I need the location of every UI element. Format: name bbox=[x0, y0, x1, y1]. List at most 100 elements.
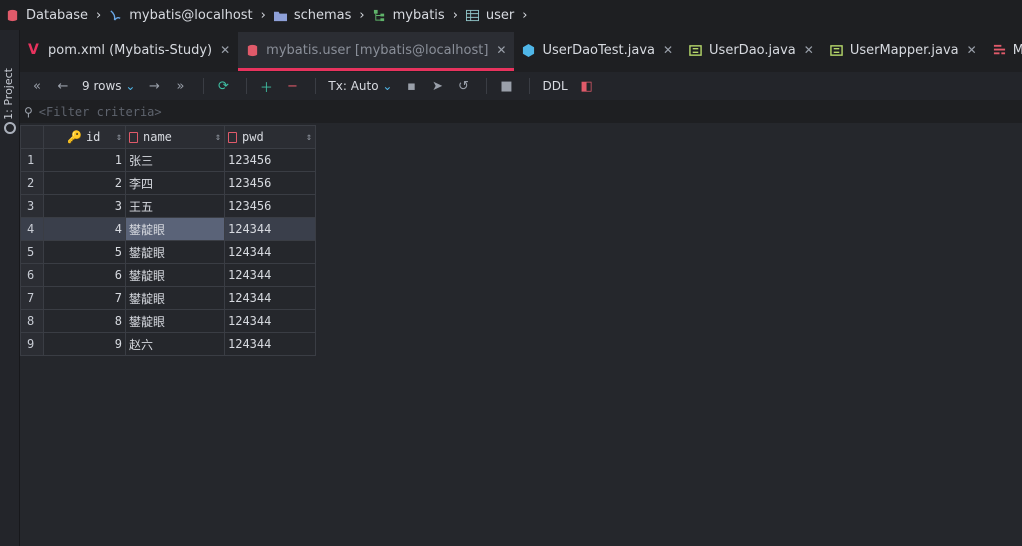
cell-pwd[interactable]: 124344 bbox=[224, 309, 316, 333]
table-row[interactable]: 3 3 王五 123456 bbox=[20, 194, 316, 218]
tab-userdao-java[interactable]: UserDao.java ✕ bbox=[681, 32, 822, 68]
tab-label: Mybatis-config.xml bbox=[1012, 42, 1022, 58]
previous-page-icon[interactable]: ← bbox=[52, 75, 74, 97]
cell-id[interactable]: 9 bbox=[43, 332, 126, 356]
project-tool-button[interactable]: 1: Project bbox=[2, 68, 15, 120]
cell-name[interactable]: 赵六 bbox=[125, 332, 225, 356]
cell-pwd[interactable]: 123456 bbox=[224, 148, 316, 172]
tab-usermapper-java[interactable]: UserMapper.java ✕ bbox=[822, 32, 985, 68]
close-icon[interactable]: ✕ bbox=[663, 43, 673, 57]
cell-name[interactable]: 张三 bbox=[125, 148, 225, 172]
add-row-icon[interactable]: ＋ bbox=[255, 75, 277, 97]
column-header-id[interactable]: 🔑 id ⇕ bbox=[43, 125, 126, 149]
refresh-icon[interactable]: ⟳ bbox=[212, 75, 234, 97]
ddl-button[interactable]: DDL bbox=[538, 75, 571, 97]
column-header-name[interactable]: name ⇕ bbox=[125, 125, 225, 149]
table-row[interactable]: 9 9 赵六 124344 bbox=[20, 332, 316, 356]
cell-pwd[interactable]: 124344 bbox=[224, 217, 316, 241]
cell-pwd[interactable]: 124344 bbox=[224, 286, 316, 310]
cell-id[interactable]: 3 bbox=[43, 194, 126, 218]
cell-pwd[interactable]: 124344 bbox=[224, 240, 316, 264]
datasource-icon bbox=[110, 9, 121, 21]
delete-row-icon[interactable]: − bbox=[281, 75, 303, 97]
row-number[interactable]: 3 bbox=[20, 194, 44, 218]
column-header-pwd[interactable]: pwd ⇕ bbox=[224, 125, 316, 149]
cell-name[interactable]: 鐢靛眼 bbox=[125, 286, 225, 310]
cell-name[interactable]: 鐢靛眼 bbox=[125, 240, 225, 264]
next-page-icon[interactable]: → bbox=[143, 75, 165, 97]
table-row-selected[interactable]: 4 4 鐢靛眼 124344 bbox=[20, 217, 316, 241]
breadcrumb-database[interactable]: Database › bbox=[6, 8, 109, 23]
header-row: 🔑 id ⇕ name ⇕ pwd ⇕ bbox=[20, 125, 316, 149]
save-icon[interactable]: ▪ bbox=[400, 75, 422, 97]
tab-mybatis-config-xml[interactable]: Mybatis-config.xml bbox=[985, 32, 1022, 68]
cell-id[interactable]: 1 bbox=[43, 148, 126, 172]
row-number[interactable]: 5 bbox=[20, 240, 44, 264]
toolbar-divider bbox=[203, 78, 205, 94]
sort-icon[interactable]: ⇕ bbox=[306, 132, 312, 143]
sort-icon[interactable]: ⇕ bbox=[215, 132, 221, 143]
stop-icon[interactable]: ■ bbox=[495, 75, 517, 97]
filter-input[interactable] bbox=[38, 105, 439, 119]
grid-toolbar: « ← 9 rows ⌄ → » ⟳ ＋ − Tx: Auto ⌄ ▪ ➤ ↺ … bbox=[20, 72, 1022, 100]
breadcrumb-table[interactable]: user › bbox=[465, 7, 536, 23]
cell-id[interactable]: 8 bbox=[43, 309, 126, 333]
settings-circle-icon[interactable] bbox=[4, 122, 16, 134]
tab-pom-xml[interactable]: V pom.xml (Mybatis-Study) ✕ bbox=[20, 32, 238, 68]
revert-icon[interactable]: ↺ bbox=[452, 75, 474, 97]
compare-icon[interactable]: ◧ bbox=[576, 75, 598, 97]
cell-id[interactable]: 5 bbox=[43, 240, 126, 264]
breadcrumb-schema[interactable]: mybatis › bbox=[373, 8, 466, 23]
cell-id[interactable]: 4 bbox=[43, 217, 126, 241]
close-icon[interactable]: ✕ bbox=[804, 43, 814, 57]
table-row[interactable]: 2 2 李四 123456 bbox=[20, 171, 316, 195]
toolbar-divider bbox=[246, 78, 248, 94]
breadcrumb-label: mybatis bbox=[392, 7, 445, 23]
row-number[interactable]: 2 bbox=[20, 171, 44, 195]
interface-icon bbox=[689, 44, 702, 56]
tab-mybatis-user[interactable]: mybatis.user [mybatis@localhost] ✕ bbox=[238, 32, 515, 71]
table-row[interactable]: 8 8 鐢靛眼 124344 bbox=[20, 309, 316, 333]
row-number[interactable]: 1 bbox=[20, 148, 44, 172]
row-number[interactable]: 6 bbox=[20, 263, 44, 287]
breadcrumb-label: user bbox=[485, 7, 515, 23]
column-header-label: name bbox=[143, 130, 172, 144]
data-table: 🔑id ⇕ name ⇕ pwd ⇕ 1 1 张三 123456 2 2 李四 bbox=[20, 125, 316, 356]
breadcrumb-datasource[interactable]: mybatis@localhost › bbox=[109, 8, 274, 23]
close-icon[interactable]: ✕ bbox=[496, 43, 506, 57]
cell-id[interactable]: 7 bbox=[43, 286, 126, 310]
cell-name[interactable]: 鐢靛眼 bbox=[125, 217, 225, 241]
cell-name[interactable]: 鐢靛眼 bbox=[125, 263, 225, 287]
first-page-icon[interactable]: « bbox=[26, 75, 48, 97]
cell-id[interactable]: 2 bbox=[43, 171, 126, 195]
cell-name[interactable]: 鐢靛眼 bbox=[125, 309, 225, 333]
row-number[interactable]: 9 bbox=[20, 332, 44, 356]
row-number[interactable]: 8 bbox=[20, 309, 44, 333]
chevron-right-icon: › bbox=[260, 7, 266, 23]
cell-id[interactable]: 6 bbox=[43, 263, 126, 287]
rows-selector[interactable]: 9 rows ⌄ bbox=[78, 75, 139, 97]
cell-pwd[interactable]: 123456 bbox=[224, 194, 316, 218]
table-row[interactable]: 6 6 鐢靛眼 124344 bbox=[20, 263, 316, 287]
table-row[interactable]: 5 5 鐢靛眼 124344 bbox=[20, 240, 316, 264]
last-page-icon[interactable]: » bbox=[169, 75, 191, 97]
row-number[interactable]: 7 bbox=[20, 286, 44, 310]
tx-mode-selector[interactable]: Tx: Auto ⌄ bbox=[324, 75, 396, 97]
cell-pwd[interactable]: 124344 bbox=[224, 263, 316, 287]
breadcrumb-label: Database bbox=[26, 7, 89, 23]
cell-name[interactable]: 李四 bbox=[125, 171, 225, 195]
cell-name[interactable]: 王五 bbox=[125, 194, 225, 218]
close-icon[interactable]: ✕ bbox=[220, 43, 230, 57]
breadcrumb: Database › mybatis@localhost › schemas ›… bbox=[0, 0, 1022, 30]
submit-icon[interactable]: ➤ bbox=[426, 75, 448, 97]
tab-userdaotest-java[interactable]: UserDaoTest.java ✕ bbox=[514, 32, 681, 68]
breadcrumb-schemas[interactable]: schemas › bbox=[273, 8, 373, 23]
schema-icon bbox=[373, 9, 384, 21]
cell-pwd[interactable]: 124344 bbox=[224, 332, 316, 356]
table-row[interactable]: 1 1 张三 123456 bbox=[20, 148, 316, 172]
close-icon[interactable]: ✕ bbox=[967, 43, 977, 57]
sort-icon[interactable]: ⇕ bbox=[116, 132, 122, 143]
cell-pwd[interactable]: 123456 bbox=[224, 171, 316, 195]
row-number[interactable]: 4 bbox=[20, 217, 44, 241]
table-row[interactable]: 7 7 鐢靛眼 124344 bbox=[20, 286, 316, 310]
